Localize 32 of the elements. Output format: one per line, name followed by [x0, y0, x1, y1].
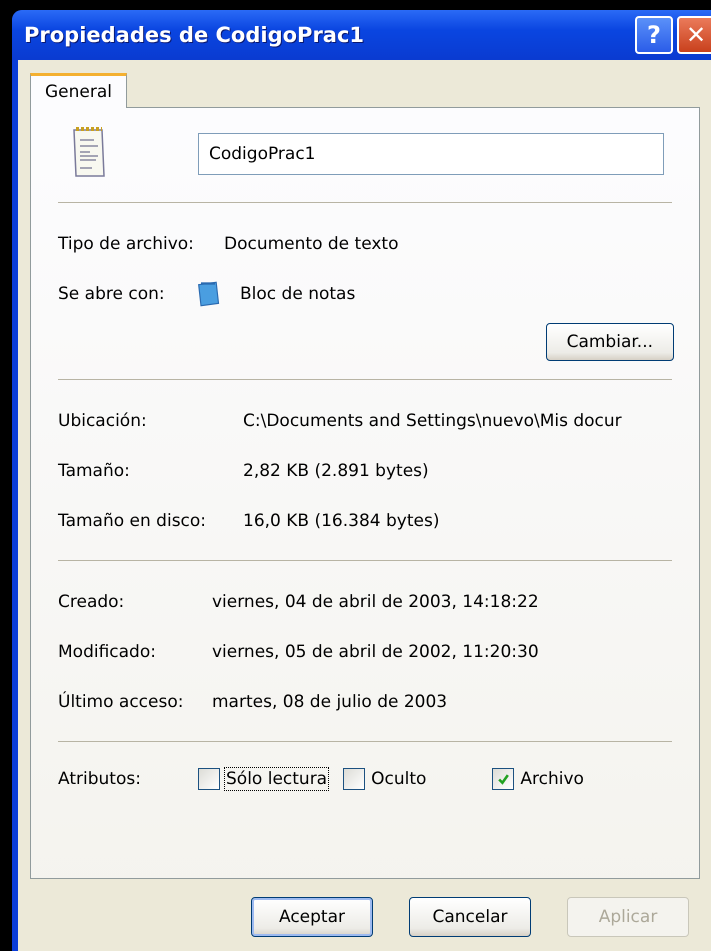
field-label: Modificado: — [58, 642, 157, 662]
field-label: Último acceso: — [58, 692, 184, 712]
field-value: viernes, 05 de abril de 2002, 11:20:30 — [212, 642, 539, 662]
tab[interactable]: General — [30, 73, 127, 108]
checkbox[interactable] — [198, 768, 220, 790]
file-name-field[interactable]: CodigoPrac1 — [198, 133, 664, 175]
field-value: martes, 08 de julio de 2003 — [212, 692, 448, 712]
field-label: Ubicación: — [58, 411, 148, 431]
field-label: Creado: — [58, 592, 126, 612]
checkbox-label[interactable]: Sólo lectura — [224, 767, 330, 791]
checkbox-label[interactable]: Archivo — [518, 767, 586, 791]
dialog-button[interactable]: Aceptar — [251, 897, 373, 937]
field-value: viernes, 04 de abril de 2003, 14:18:22 — [212, 592, 539, 612]
checkbox-label[interactable]: Oculto — [369, 767, 428, 791]
field-value: Documento de texto — [224, 234, 398, 254]
check-icon — [496, 772, 510, 786]
checkbox[interactable] — [343, 768, 366, 790]
change-button[interactable]: Cambiar... — [546, 323, 674, 361]
field-label: Tamaño: — [58, 461, 131, 481]
checkbox[interactable] — [492, 768, 514, 790]
field-value: C:\Documents and Settings\nuevo\Mis docur — [243, 411, 622, 431]
field-label: Tipo de archivo: — [58, 234, 195, 254]
field-label: Atributos: — [58, 769, 142, 789]
field-value: 2,82 KB (2.891 bytes) — [243, 461, 429, 481]
field-value: 16,0 KB (16.384 bytes) — [243, 511, 440, 531]
help-button[interactable]: ? — [635, 16, 673, 54]
field-label: Tamaño en disco: — [58, 511, 208, 531]
field-label: Se abre con: — [58, 284, 166, 304]
window-title: Propiedades de CodigoPrac1 — [24, 23, 364, 47]
close-button[interactable]: ✕ — [677, 16, 711, 54]
field-value: Bloc de notas — [240, 284, 356, 304]
dialog-button[interactable]: Cancelar — [409, 897, 531, 937]
